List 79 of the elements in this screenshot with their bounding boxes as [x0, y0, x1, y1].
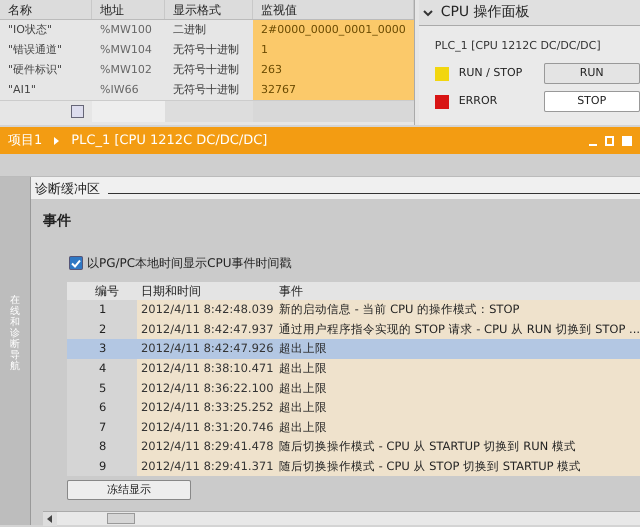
table-cell: 随后切换操作模式 - CPU 从 STARTUP 切换到 RUN 模式 [278, 439, 576, 454]
table-cell-text: 无符号十进制 [173, 82, 239, 98]
table-cell: 2012/4/11 8:42:47.926 [140, 341, 274, 356]
table-cell: 2012/4/11 8:36:22.100 [140, 380, 274, 395]
table-cell: 超出上限 [278, 341, 327, 356]
table-cell-text: 无符号十进制 [173, 62, 239, 78]
table-cell-text: 1 [261, 42, 268, 58]
table-cell-text: %MW104 [100, 42, 152, 58]
table-cell-text: 无符号十进制 [173, 42, 239, 58]
table-cell-text: 3 [98, 340, 106, 358]
mode-button[interactable]: RUN [544, 63, 640, 84]
table-cell: 超出上限 [278, 400, 327, 414]
arrow-right-icon [54, 136, 60, 144]
table-cell: 2012/4/11 8:33:25.252 [140, 400, 274, 414]
table-cell: 新的启动信息 - 当前 CPU 的操作模式：STOP [278, 302, 520, 316]
table-cell: 超出上限 [278, 380, 327, 395]
column-header[interactable]: 事件 [278, 284, 303, 298]
table-row[interactable]: 2 2012/4/11 8:42:47.937 通过用户程序指令实现的 STOP 请求 - CPU 从 RUN 切换到 STOP ... [66, 320, 640, 340]
table-cell-text: 4 [98, 360, 106, 377]
table-cell-text: 263 [261, 62, 282, 78]
table-row[interactable]: 6 2012/4/11 8:33:25.252 超出上限 [66, 398, 640, 418]
device-name: PLC_1 [CPU 1212C DC/DC/DC] [434, 38, 602, 54]
checkbox[interactable] [68, 256, 83, 270]
table-row[interactable]: 5 2012/4/11 8:36:22.100 超出上限 [66, 378, 640, 398]
table-cell: 2012/4/11 8:29:41.478 [140, 439, 274, 454]
table-cell: 2012/4/11 8:29:41.371 [140, 458, 274, 473]
table-cell-text: 6 [98, 399, 106, 416]
restore-icon[interactable] [605, 136, 614, 146]
table-cell: 2012/4/11 8:38:10.471 [140, 360, 274, 375]
table-cell-text: 2 [98, 320, 106, 338]
checkbox-label[interactable]: 以PG/PC本地时间显示CPU事件时间戳 [86, 254, 292, 272]
mode-button[interactable]: STOP [544, 91, 640, 112]
table-cell-text: 8 [98, 438, 106, 456]
table-row[interactable]: 9 2012/4/11 8:29:41.371 随后切换操作模式 - CPU 从 STOP 切换到 STARTUP 模式 [66, 456, 640, 476]
led-label: RUN / STOP [458, 65, 524, 82]
table-cell: 超出上限 [278, 420, 327, 434]
table-row[interactable]: 3 2012/4/11 8:42:47.926 超出上限 [66, 339, 640, 359]
table-row[interactable]: 8 2012/4/11 8:29:41.478 随后切换操作模式 - CPU 从 STARTUP 切换到 RUN 模式 [66, 437, 640, 457]
table-cell-text: "硬件标识" [8, 62, 62, 78]
table-icon[interactable] [71, 105, 84, 118]
table-cell-text: 1 [98, 301, 106, 318]
minimize-icon[interactable] [589, 144, 597, 146]
maximize-icon[interactable] [622, 136, 632, 146]
horizontal-scrollbar[interactable] [42, 511, 640, 525]
scrollbar-thumb[interactable] [106, 513, 135, 524]
table-row[interactable]: 4 2012/4/11 8:38:10.471 超出上限 [66, 358, 640, 378]
table-cell: 通过用户程序指令实现的 STOP 请求 - CPU 从 RUN 切换到 STOP ... [278, 322, 640, 336]
table-row[interactable]: 7 2012/4/11 8:31:20.746 超出上限 [66, 418, 640, 438]
table-cell-text: %IW66 [100, 82, 139, 98]
column-header[interactable]: 地址 [100, 0, 124, 18]
led-label: ERROR [458, 93, 498, 110]
arrow-left-icon[interactable] [42, 512, 57, 526]
table-cell-text: 9 [98, 458, 106, 475]
table-cell: 随后切换操作模式 - CPU 从 STOP 切换到 STARTUP 模式 [278, 458, 582, 473]
table-cell: 2012/4/11 8:31:20.746 [140, 420, 274, 434]
column-header[interactable]: 名称 [8, 0, 32, 18]
chevron-down-icon[interactable] [422, 8, 433, 16]
column-header[interactable]: 编号 [94, 284, 119, 298]
table-cell-text: "错误通道" [8, 42, 62, 58]
table-cell-text: 二进制 [173, 22, 206, 38]
group-title: 事件 [42, 212, 72, 231]
table-cell-text: %MW102 [100, 62, 152, 78]
table-cell-text: "AI1" [8, 82, 36, 98]
table-row[interactable]: 1 2012/4/11 8:42:48.039 新的启动信息 - 当前 CPU 的操作模式：STOP [66, 300, 640, 320]
column-header[interactable]: 日期和时间 [140, 284, 201, 298]
table-cell-text: 32767 [261, 82, 296, 98]
column-header[interactable]: 显示格式 [173, 0, 221, 18]
column-header[interactable]: 监视值 [261, 0, 297, 18]
panel-title: CPU 操作面板 [440, 3, 530, 22]
table-cell: 2012/4/11 8:42:48.039 [140, 302, 274, 316]
section-title: 诊断缓冲区 [34, 180, 100, 198]
table-cell: 2012/4/11 8:42:47.937 [140, 322, 274, 336]
freeze-display-button[interactable]: 冻结显示 [66, 480, 191, 500]
table-cell-text: "IO状态" [8, 22, 52, 38]
table-cell-text: 7 [98, 418, 106, 436]
table-cell-text: 2#0000_0000_0001_0000 [261, 22, 406, 38]
table-cell-text: 5 [98, 380, 106, 397]
table-cell-text: %MW100 [100, 22, 152, 38]
table-cell: 超出上限 [278, 360, 327, 375]
